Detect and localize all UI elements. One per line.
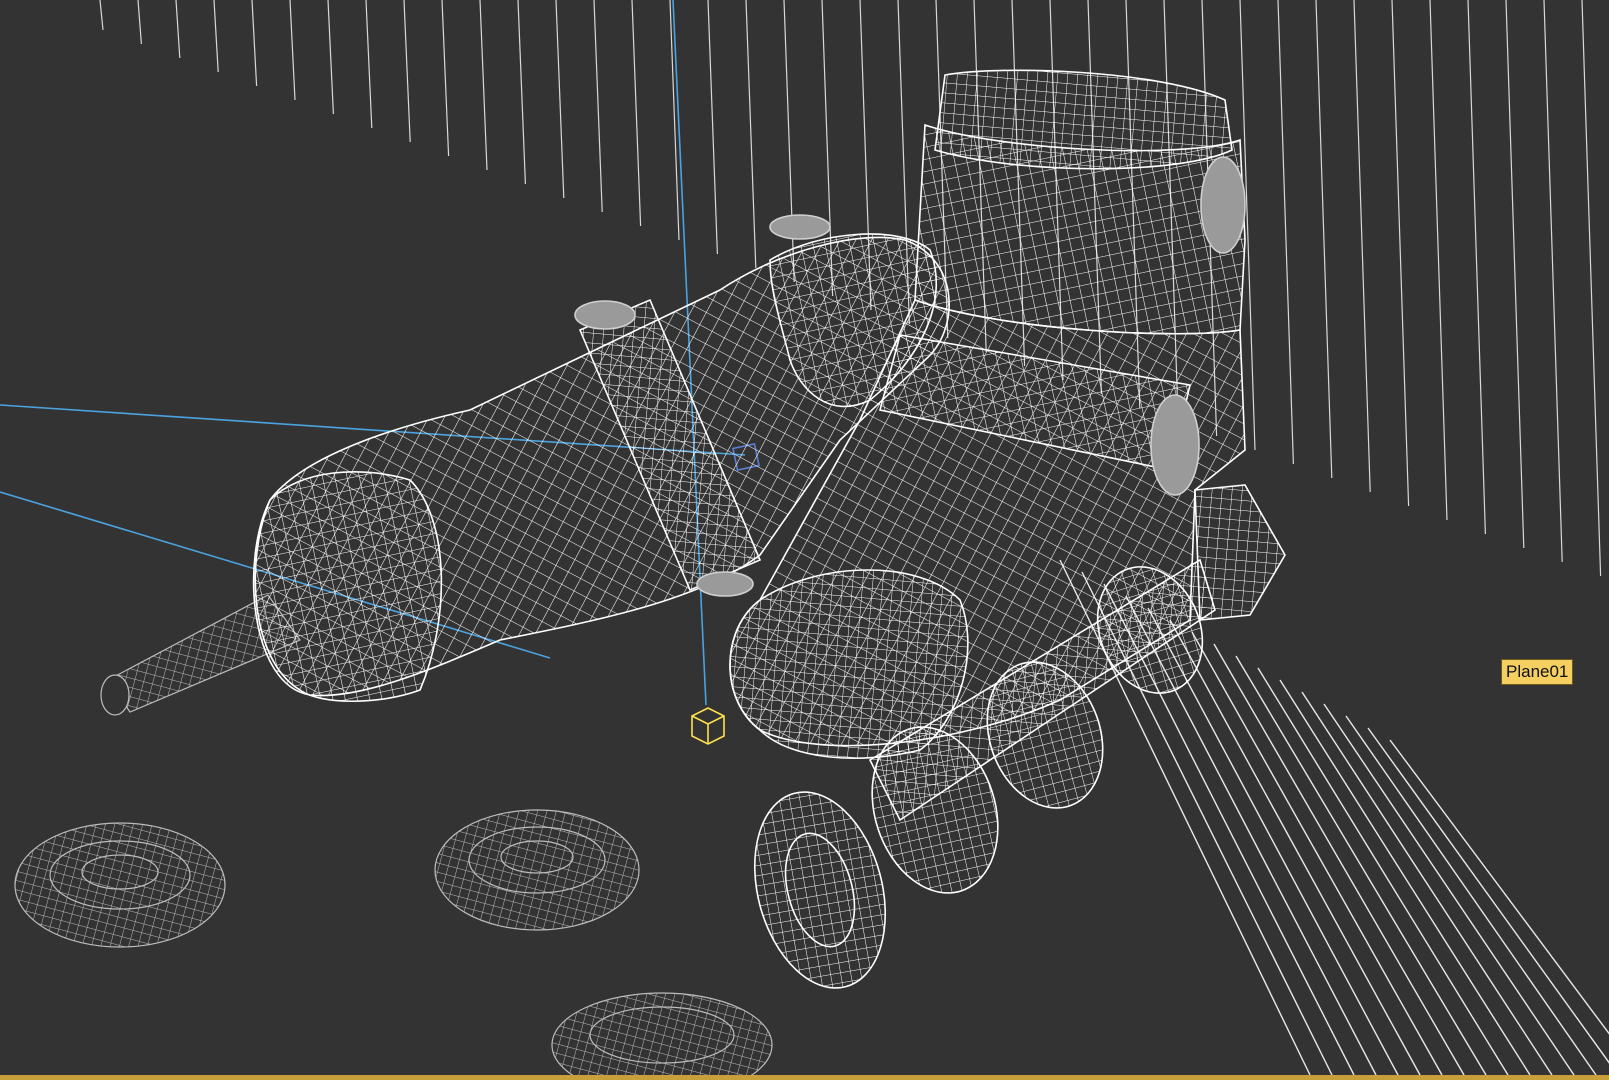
- plane-wire-line: [365, 0, 373, 129]
- plane-wire-line: [1391, 0, 1410, 507]
- helper-gizmo[interactable]: [691, 707, 725, 745]
- plane-wire-line: [783, 0, 795, 283]
- plane-wire-line: [1235, 655, 1487, 1076]
- plane-wire-line: [251, 0, 258, 87]
- plane-wire-line: [517, 0, 526, 185]
- plane-wire-line: [593, 0, 603, 213]
- buckle-d: [1200, 156, 1246, 254]
- plane-wire-line: [1467, 0, 1486, 535]
- lying-skate-toe: [254, 471, 443, 703]
- plane-wire-line: [707, 0, 718, 255]
- plane-wire-line: [1301, 691, 1553, 1076]
- buckle-b: [769, 214, 831, 240]
- plane-wire-line: [1169, 619, 1421, 1076]
- loose-wheels: [14, 809, 773, 1080]
- plane-wire-line: [1543, 0, 1563, 563]
- plane-wire-line: [1315, 0, 1333, 479]
- plane-wire-line: [403, 0, 411, 143]
- plane-wire-line: [441, 0, 450, 157]
- standing-skate[interactable]: [729, 69, 1286, 1002]
- plane-wire-line: [1505, 0, 1525, 549]
- buckle-c: [696, 571, 754, 597]
- plane-wire-line: [1277, 0, 1294, 465]
- plane-wire-line: [1429, 0, 1448, 521]
- wheel-bottom[interactable]: [551, 992, 773, 1080]
- plane-wire-line: [555, 0, 565, 199]
- plane-wire-line: [1191, 631, 1443, 1076]
- plane-wire-line: [479, 0, 488, 171]
- plane-wire-line: [1257, 667, 1509, 1076]
- plane-wire-line: [1581, 0, 1602, 577]
- viewport-scene[interactable]: [0, 0, 1609, 1080]
- plane-wire-line: [1389, 739, 1609, 1035]
- plane-wire-line: [175, 0, 181, 59]
- plane-wire-line: [1353, 0, 1371, 493]
- viewport-active-border: [0, 1075, 1609, 1080]
- buckle-a: [574, 300, 636, 330]
- plane-wire-line: [631, 0, 642, 227]
- wheel-middle[interactable]: [434, 809, 640, 931]
- plane-wire-line: [1323, 703, 1575, 1076]
- wheel-left[interactable]: [14, 822, 226, 948]
- plane-wire-line: [1213, 643, 1465, 1076]
- plane-wire-line: [213, 0, 219, 73]
- object-name-tooltip: Plane01: [1501, 659, 1574, 685]
- buckle-e: [1150, 394, 1200, 496]
- plane-wire-line: [327, 0, 334, 115]
- plane-wire-line: [1367, 727, 1609, 1064]
- plane-wire-line: [289, 0, 296, 101]
- plane-wire-line: [99, 0, 104, 31]
- plane-wire-line: [1345, 715, 1597, 1076]
- standing-skate-collar: [914, 123, 1246, 335]
- plane-wire-line: [137, 0, 142, 45]
- plane-wire-line: [745, 0, 757, 269]
- wireframe-viewport[interactable]: Plane01: [0, 0, 1609, 1080]
